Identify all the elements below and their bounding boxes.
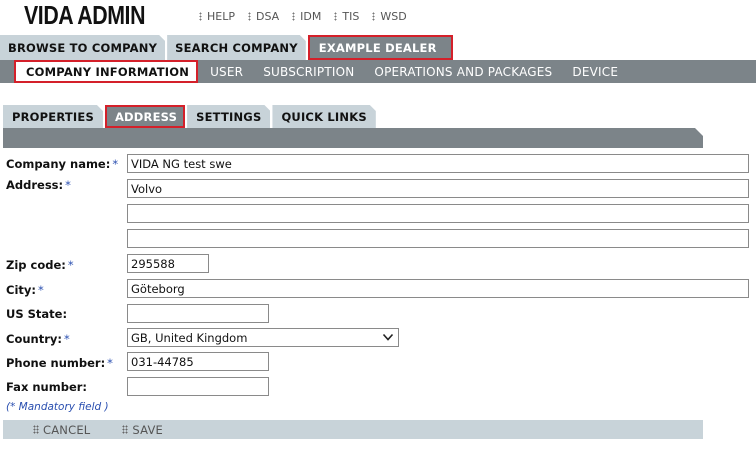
- address-line1-field[interactable]: Volvo: [127, 179, 749, 198]
- tab-user[interactable]: USER: [210, 65, 243, 79]
- dots-icon: [292, 12, 296, 21]
- zip-code-label: Zip code: *: [6, 258, 74, 272]
- company-name-field[interactable]: VIDA NG test swe: [127, 154, 749, 173]
- country-select-value: GB, United Kingdom: [131, 330, 248, 345]
- required-marker: *: [63, 332, 70, 346]
- sub-tabs: COMPANY INFORMATION USER SUBSCRIPTION OP…: [14, 60, 638, 83]
- country-select[interactable]: GB, United Kingdom: [127, 328, 399, 347]
- city-label: City: *: [6, 283, 44, 297]
- action-bar: CANCEL SAVE: [3, 420, 703, 439]
- dots-icon: [33, 425, 39, 434]
- tab-company-information[interactable]: COMPANY INFORMATION: [14, 60, 199, 83]
- app-logo: VIDA ADMIN: [24, 0, 146, 30]
- save-button[interactable]: SAVE: [122, 423, 163, 437]
- tab-example-dealer[interactable]: EXAMPLE DEALER: [307, 35, 453, 60]
- required-marker: *: [37, 283, 44, 297]
- zip-code-field[interactable]: 295588: [127, 254, 209, 273]
- top-links: HELP DSA IDM TIS WSD: [199, 10, 420, 23]
- section-header-bar: [3, 128, 703, 148]
- idm-link[interactable]: IDM: [292, 10, 321, 23]
- city-field[interactable]: Göteborg: [127, 279, 749, 298]
- chevron-down-icon: [382, 333, 394, 341]
- tab-properties[interactable]: PROPERTIES: [3, 105, 103, 128]
- phone-number-label: Phone number: *: [6, 356, 113, 370]
- tis-link[interactable]: TIS: [334, 10, 359, 23]
- tab-device[interactable]: DEVICE: [572, 65, 618, 79]
- tab-search-company[interactable]: SEARCH COMPANY: [167, 35, 306, 60]
- tab-address[interactable]: ADDRESS: [104, 105, 186, 128]
- dsa-link[interactable]: DSA: [247, 10, 279, 23]
- required-marker: *: [67, 258, 74, 272]
- dots-icon: [122, 425, 129, 434]
- fax-number-field[interactable]: [127, 377, 269, 396]
- tab-quick-links[interactable]: QUICK LINKS: [272, 105, 375, 128]
- dots-icon: [372, 12, 376, 21]
- fax-number-label: Fax number:: [6, 380, 88, 394]
- country-label: Country: *: [6, 332, 70, 346]
- dots-icon: [334, 12, 338, 21]
- address-line3-field[interactable]: [127, 229, 749, 248]
- dots-icon: [247, 12, 251, 21]
- main-tabs: BROWSE TO COMPANY SEARCH COMPANY EXAMPLE…: [0, 35, 455, 60]
- help-link[interactable]: HELP: [199, 10, 235, 23]
- us-state-field[interactable]: [127, 304, 269, 323]
- required-marker: *: [112, 157, 119, 171]
- us-state-label: US State:: [6, 307, 68, 321]
- wsd-link[interactable]: WSD: [372, 10, 407, 23]
- phone-number-field[interactable]: 031-44785: [127, 352, 269, 371]
- company-name-label: Company name: *: [6, 157, 119, 171]
- required-marker: *: [65, 178, 71, 192]
- section-tabs: PROPERTIES ADDRESS SETTINGS QUICK LINKS: [3, 105, 378, 128]
- cancel-button[interactable]: CANCEL: [33, 423, 90, 437]
- tab-browse-to-company[interactable]: BROWSE TO COMPANY: [0, 35, 165, 60]
- required-marker: *: [107, 356, 113, 370]
- address-label: Address: *: [6, 178, 71, 192]
- tab-operations-and-packages[interactable]: OPERATIONS AND PACKAGES: [374, 65, 552, 79]
- dots-icon: [199, 12, 202, 21]
- tab-subscription[interactable]: SUBSCRIPTION: [263, 65, 354, 79]
- address-line2-field[interactable]: [127, 204, 749, 223]
- mandatory-field-note: (* Mandatory field ): [6, 401, 109, 413]
- tab-settings[interactable]: SETTINGS: [187, 105, 270, 128]
